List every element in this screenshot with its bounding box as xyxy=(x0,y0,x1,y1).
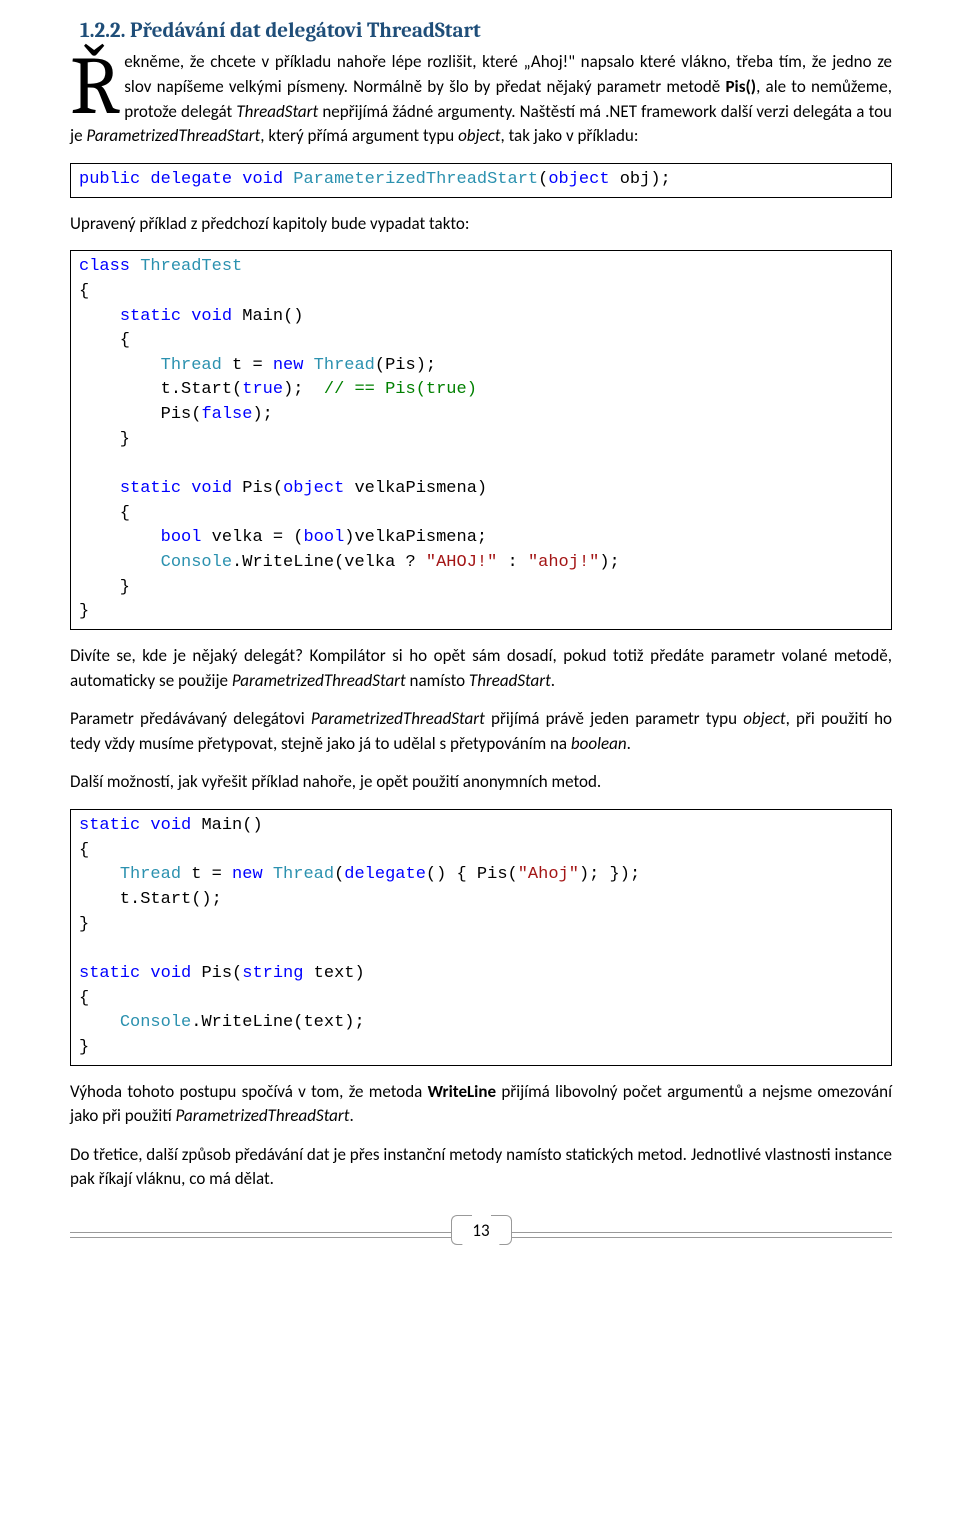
dropcap-letter: Ř xyxy=(70,50,124,120)
section-number: 1.2.2. xyxy=(80,19,125,43)
page-content: 1.2.2. Předávání dat delegátovi ThreadSt… xyxy=(0,0,960,1302)
paragraph-5: Další možností, jak vyřešit příklad naho… xyxy=(70,770,892,795)
code-block-1: public delegate void ParameterizedThread… xyxy=(70,163,892,198)
section-heading: 1.2.2. Předávání dat delegátovi ThreadSt… xyxy=(70,16,892,46)
paragraph-2: Upravený příklad z předchozí kapitoly bu… xyxy=(70,212,892,237)
intro-body-4: , který přímá argument typu xyxy=(260,125,458,146)
page-number: 13 xyxy=(462,1216,499,1247)
code-block-3: static void Main() { Thread t = new Thre… xyxy=(70,809,892,1065)
paragraph-4: Parametr předávávaný delegátovi Parametr… xyxy=(70,707,892,756)
intro-paragraph: Řekněme, že chcete v příkladu nahoře lép… xyxy=(70,50,892,149)
code-block-2: class ThreadTest { static void Main() { … xyxy=(70,250,892,630)
section-title-text: Předávání dat delegátovi ThreadStart xyxy=(130,19,481,43)
intro-ital-paramts: ParametrizedThreadStart xyxy=(86,125,260,146)
intro-ital-threadstart: ThreadStart xyxy=(236,101,318,122)
intro-ital-object: object xyxy=(458,125,500,146)
page-footer: 13 xyxy=(70,1232,892,1272)
paragraph-6: Výhoda tohoto postupu spočívá v tom, že … xyxy=(70,1080,892,1129)
paragraph-3: Divíte se, kde je nějaký delegát? Kompil… xyxy=(70,644,892,693)
paragraph-7: Do třetice, další způsob předávání dat j… xyxy=(70,1143,892,1192)
intro-body-5: , tak jako v příkladu: xyxy=(500,125,638,146)
intro-bold-pis: Pis() xyxy=(725,76,756,97)
